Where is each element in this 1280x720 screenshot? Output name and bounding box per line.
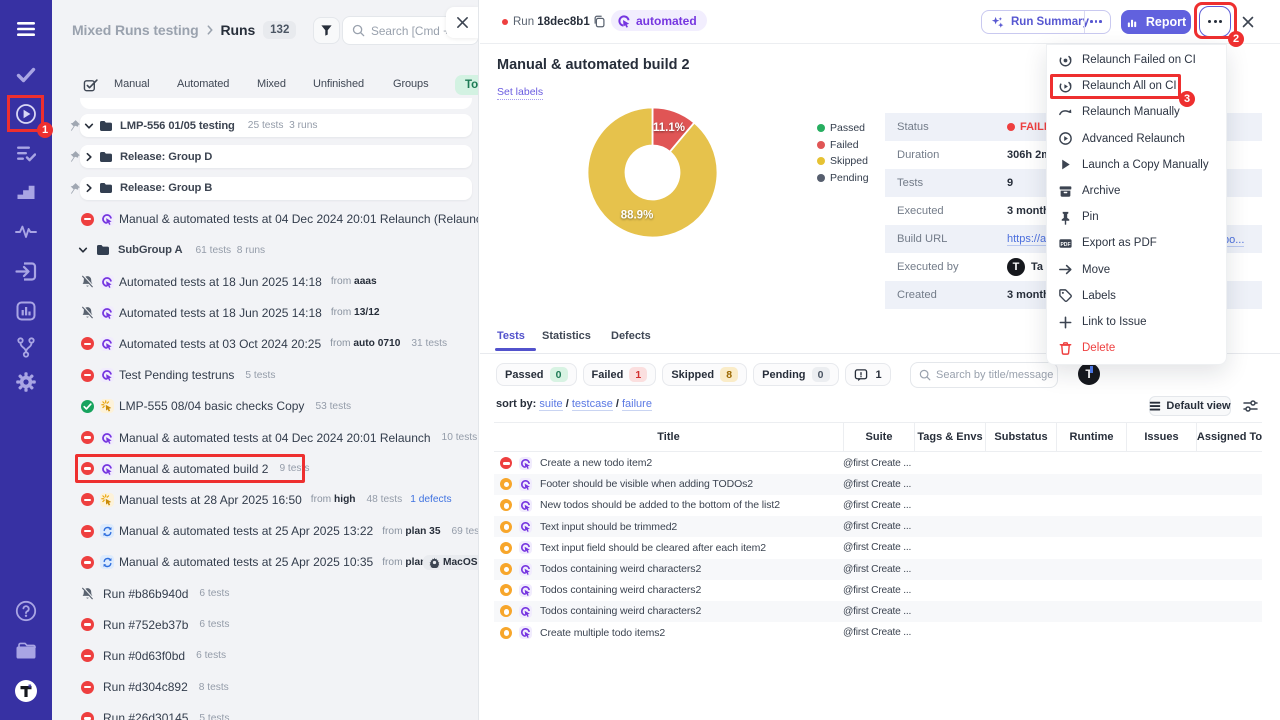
svg-text:88.9%: 88.9% (621, 210, 654, 222)
svg-text:PDF: PDF (1060, 242, 1070, 248)
svg-text:11.1%: 11.1% (653, 122, 685, 134)
